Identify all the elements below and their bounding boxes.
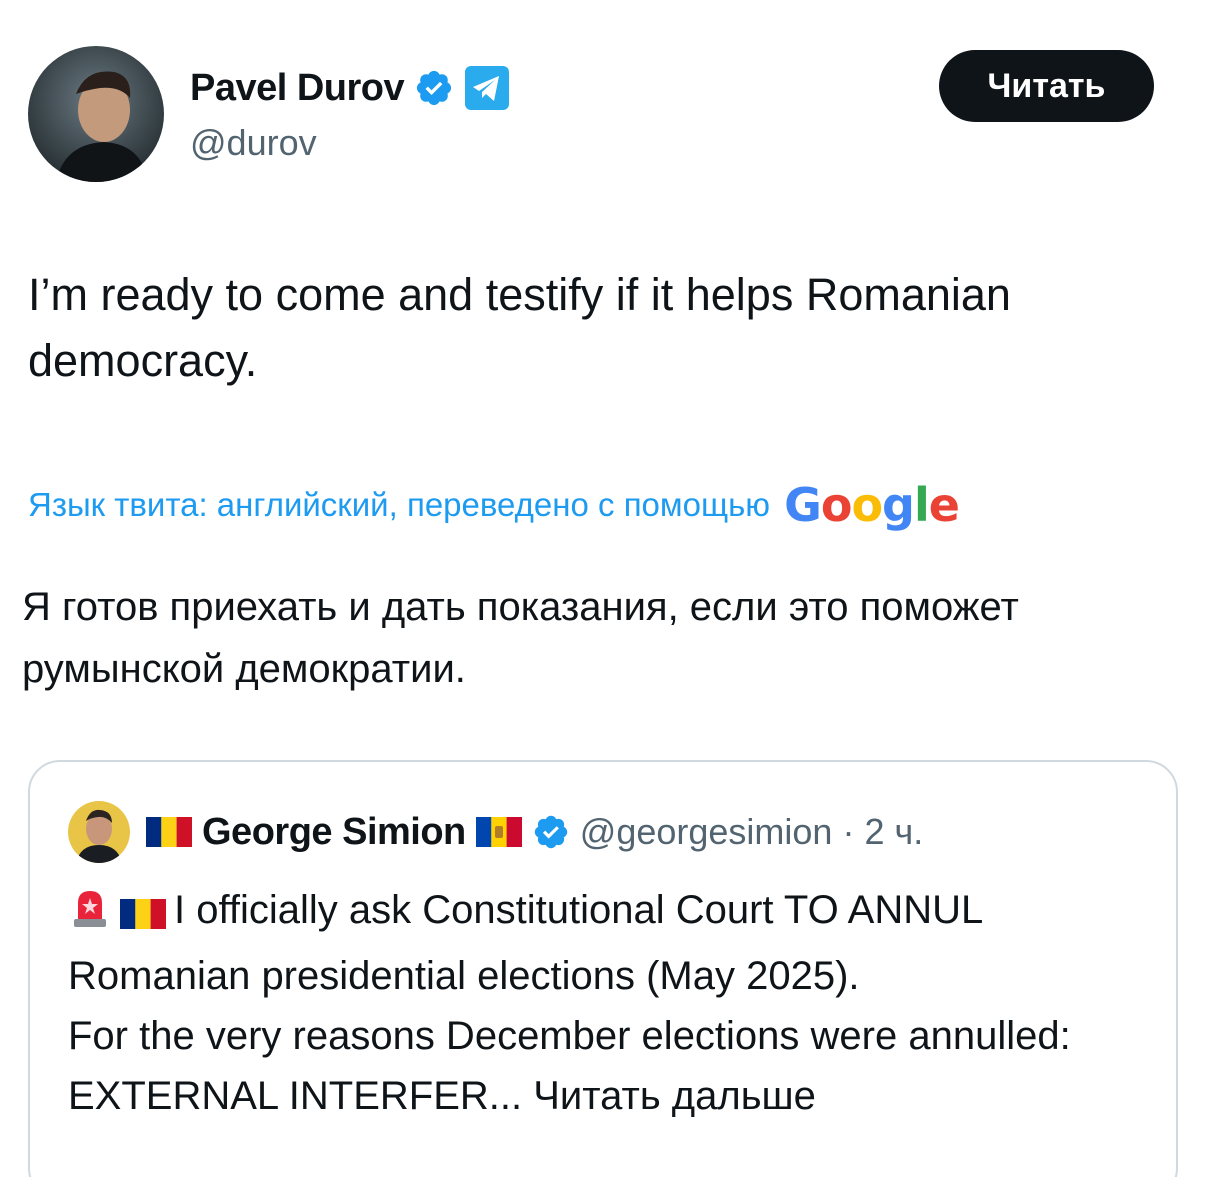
translation-info: Язык твита: английский, переведено с пом…: [28, 478, 960, 532]
follow-button[interactable]: Читать: [939, 50, 1154, 122]
author-name[interactable]: Pavel Durov: [190, 67, 405, 110]
translation-label[interactable]: Язык твита: английский, переведено с пом…: [28, 486, 770, 524]
quoted-tweet-body: I officially ask Constitutional Court TO…: [68, 880, 1148, 1126]
google-logo: Google: [784, 478, 960, 532]
read-more-link[interactable]: Читать дальше: [533, 1074, 816, 1118]
romania-flag-icon: [120, 886, 166, 946]
translated-text: Я готов приехать и дать показания, если …: [22, 585, 1019, 691]
author-handle[interactable]: @durov: [190, 122, 317, 164]
quoted-tweet-card[interactable]: George Simion @georgesimion · 2 ч. I off…: [28, 760, 1178, 1177]
quoted-tweet-header: George Simion @georgesimion · 2 ч.: [68, 800, 923, 864]
romania-flag-icon: [146, 817, 192, 847]
verified-badge-icon[interactable]: [532, 813, 570, 851]
quoted-tweet-time[interactable]: 2 ч.: [864, 811, 923, 853]
author-avatar[interactable]: [28, 46, 164, 182]
moldova-flag-icon: [475, 817, 522, 847]
separator-dot: ·: [842, 811, 855, 852]
quoted-tweet-text: I officially ask Constitutional Court TO…: [68, 888, 982, 998]
tweet-text: I’m ready to come and testify if it help…: [28, 269, 1011, 386]
quoted-author-name[interactable]: George Simion: [202, 811, 466, 854]
quoted-author-handle[interactable]: @georgesimion: [580, 811, 833, 853]
verified-badge-icon[interactable]: [414, 68, 454, 108]
telegram-icon[interactable]: [464, 65, 510, 111]
author-name-row: Pavel Durov: [190, 64, 510, 112]
quoted-author-avatar[interactable]: [68, 801, 130, 863]
siren-icon: [68, 885, 112, 946]
